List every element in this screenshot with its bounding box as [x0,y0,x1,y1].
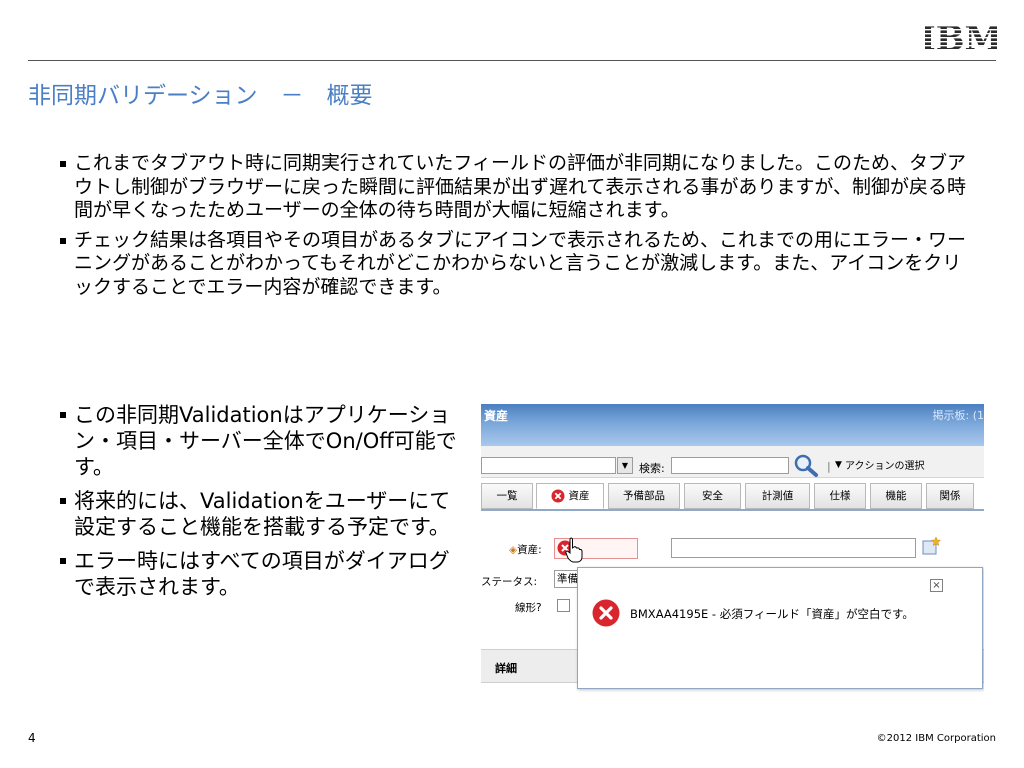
app-title: 資産 [484,409,509,423]
required-marker: ◈ [509,544,518,556]
tab-features[interactable]: 機能 [870,483,922,509]
error-message: BMXAA4195E - 必須フィールド「資産」が空白です。 [630,607,914,621]
details-label: 詳細 [495,662,517,675]
linear-label: 線形? [515,602,542,614]
tab-asset[interactable]: 資産 [536,483,604,509]
slide-title: 非同期バリデーション － 概要 [28,83,373,109]
hand-cursor-icon [565,537,583,563]
app-tabs: 一覧 資産 予備部品 安全 計測値 仕様 機能 関係 [481,483,984,511]
query-dropdown-button[interactable]: ▼ [617,457,633,474]
bullet-async-evaluation: これまでタブアウト時に同期実行されていたフィールドの評価が非同期になりました。こ… [60,152,980,223]
bullet-on-off: この非同期Validationはアプリケーション・項目・サーバー全体でOn/Of… [60,402,465,480]
bullet-dialog-display: エラー時にはすべての項目がダイアログで表示されます。 [60,548,465,600]
app-toolbar: ▼ 検索: | ▼ アクションの選択 [481,446,984,478]
query-input[interactable] [481,457,616,474]
tab-list[interactable]: 一覧 [481,483,533,509]
asset-app-screenshot: 資産 掲示板: (1 ▼ 検索: | ▼ アクションの選択 一覧 資産 予備部品… [481,404,984,694]
bullet-icon-display: チェック結果は各項目やその項目があるタブにアイコンで表示されるため、これまでの用… [60,229,980,300]
top-bullet-list: これまでタブアウト時に同期実行されていたフィールドの評価が非同期になりました。こ… [60,152,980,299]
tab-specifications[interactable]: 仕様 [814,483,866,509]
copyright: ©2012 IBM Corporation [876,733,996,744]
ibm-logo: IBM [925,22,997,52]
close-button[interactable]: × [930,579,943,592]
long-description-icon[interactable] [921,536,941,556]
toolbar-separator: | [827,460,831,473]
chevron-down-icon[interactable]: ▼ [835,460,842,470]
asset-field-label: ◈資産: [509,544,542,556]
action-select[interactable]: アクションの選択 [842,459,984,476]
tab-relationships[interactable]: 関係 [926,483,974,509]
tab-spare-parts[interactable]: 予備部品 [608,483,680,509]
search-label: 検索: [639,462,665,475]
status-label: ステータス: [481,576,538,588]
error-icon [592,599,620,627]
search-icon[interactable] [793,453,819,477]
bullet-future-plan: 将来的には、Validationをユーザーにて設定すること機能を搭載する予定です… [60,488,465,540]
tab-asset-label: 資産 [568,490,590,502]
tab-meters[interactable]: 計測値 [745,483,810,509]
svg-text:IBM: IBM [925,22,997,52]
tab-safety[interactable]: 安全 [684,483,741,509]
left-bullet-list: この非同期Validationはアプリケーション・項目・サーバー全体でOn/Of… [60,402,465,600]
bulletin-board-link[interactable]: 掲示板: (1 [933,407,985,423]
linear-checkbox[interactable] [557,599,570,612]
search-input[interactable] [671,457,789,474]
app-header: 資産 掲示板: (1 [481,404,984,446]
header-divider [28,60,996,61]
page-number: 4 [28,731,36,745]
error-icon [551,489,564,503]
error-popup: × BMXAA4195E - 必須フィールド「資産」が空白です。 [577,567,983,689]
asset-description-input[interactable] [671,538,916,558]
